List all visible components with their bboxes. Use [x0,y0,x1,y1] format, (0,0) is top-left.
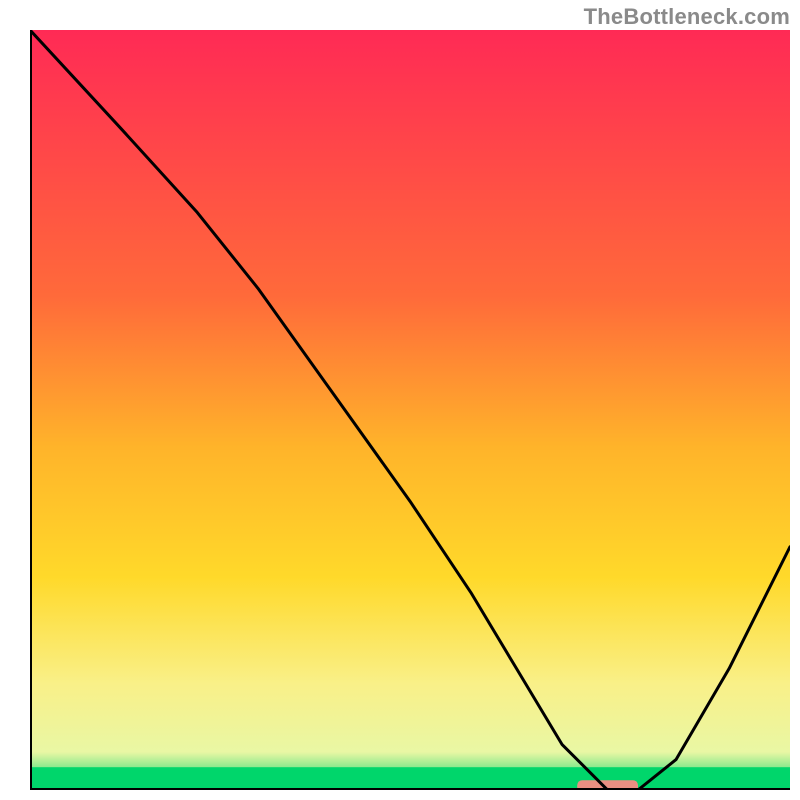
gradient-background [30,30,790,790]
watermark-text: TheBottleneck.com [584,4,790,30]
green-band [30,767,790,790]
chart-canvas: TheBottleneck.com [0,0,800,800]
plot-svg [30,30,790,790]
plot-area [30,30,790,790]
